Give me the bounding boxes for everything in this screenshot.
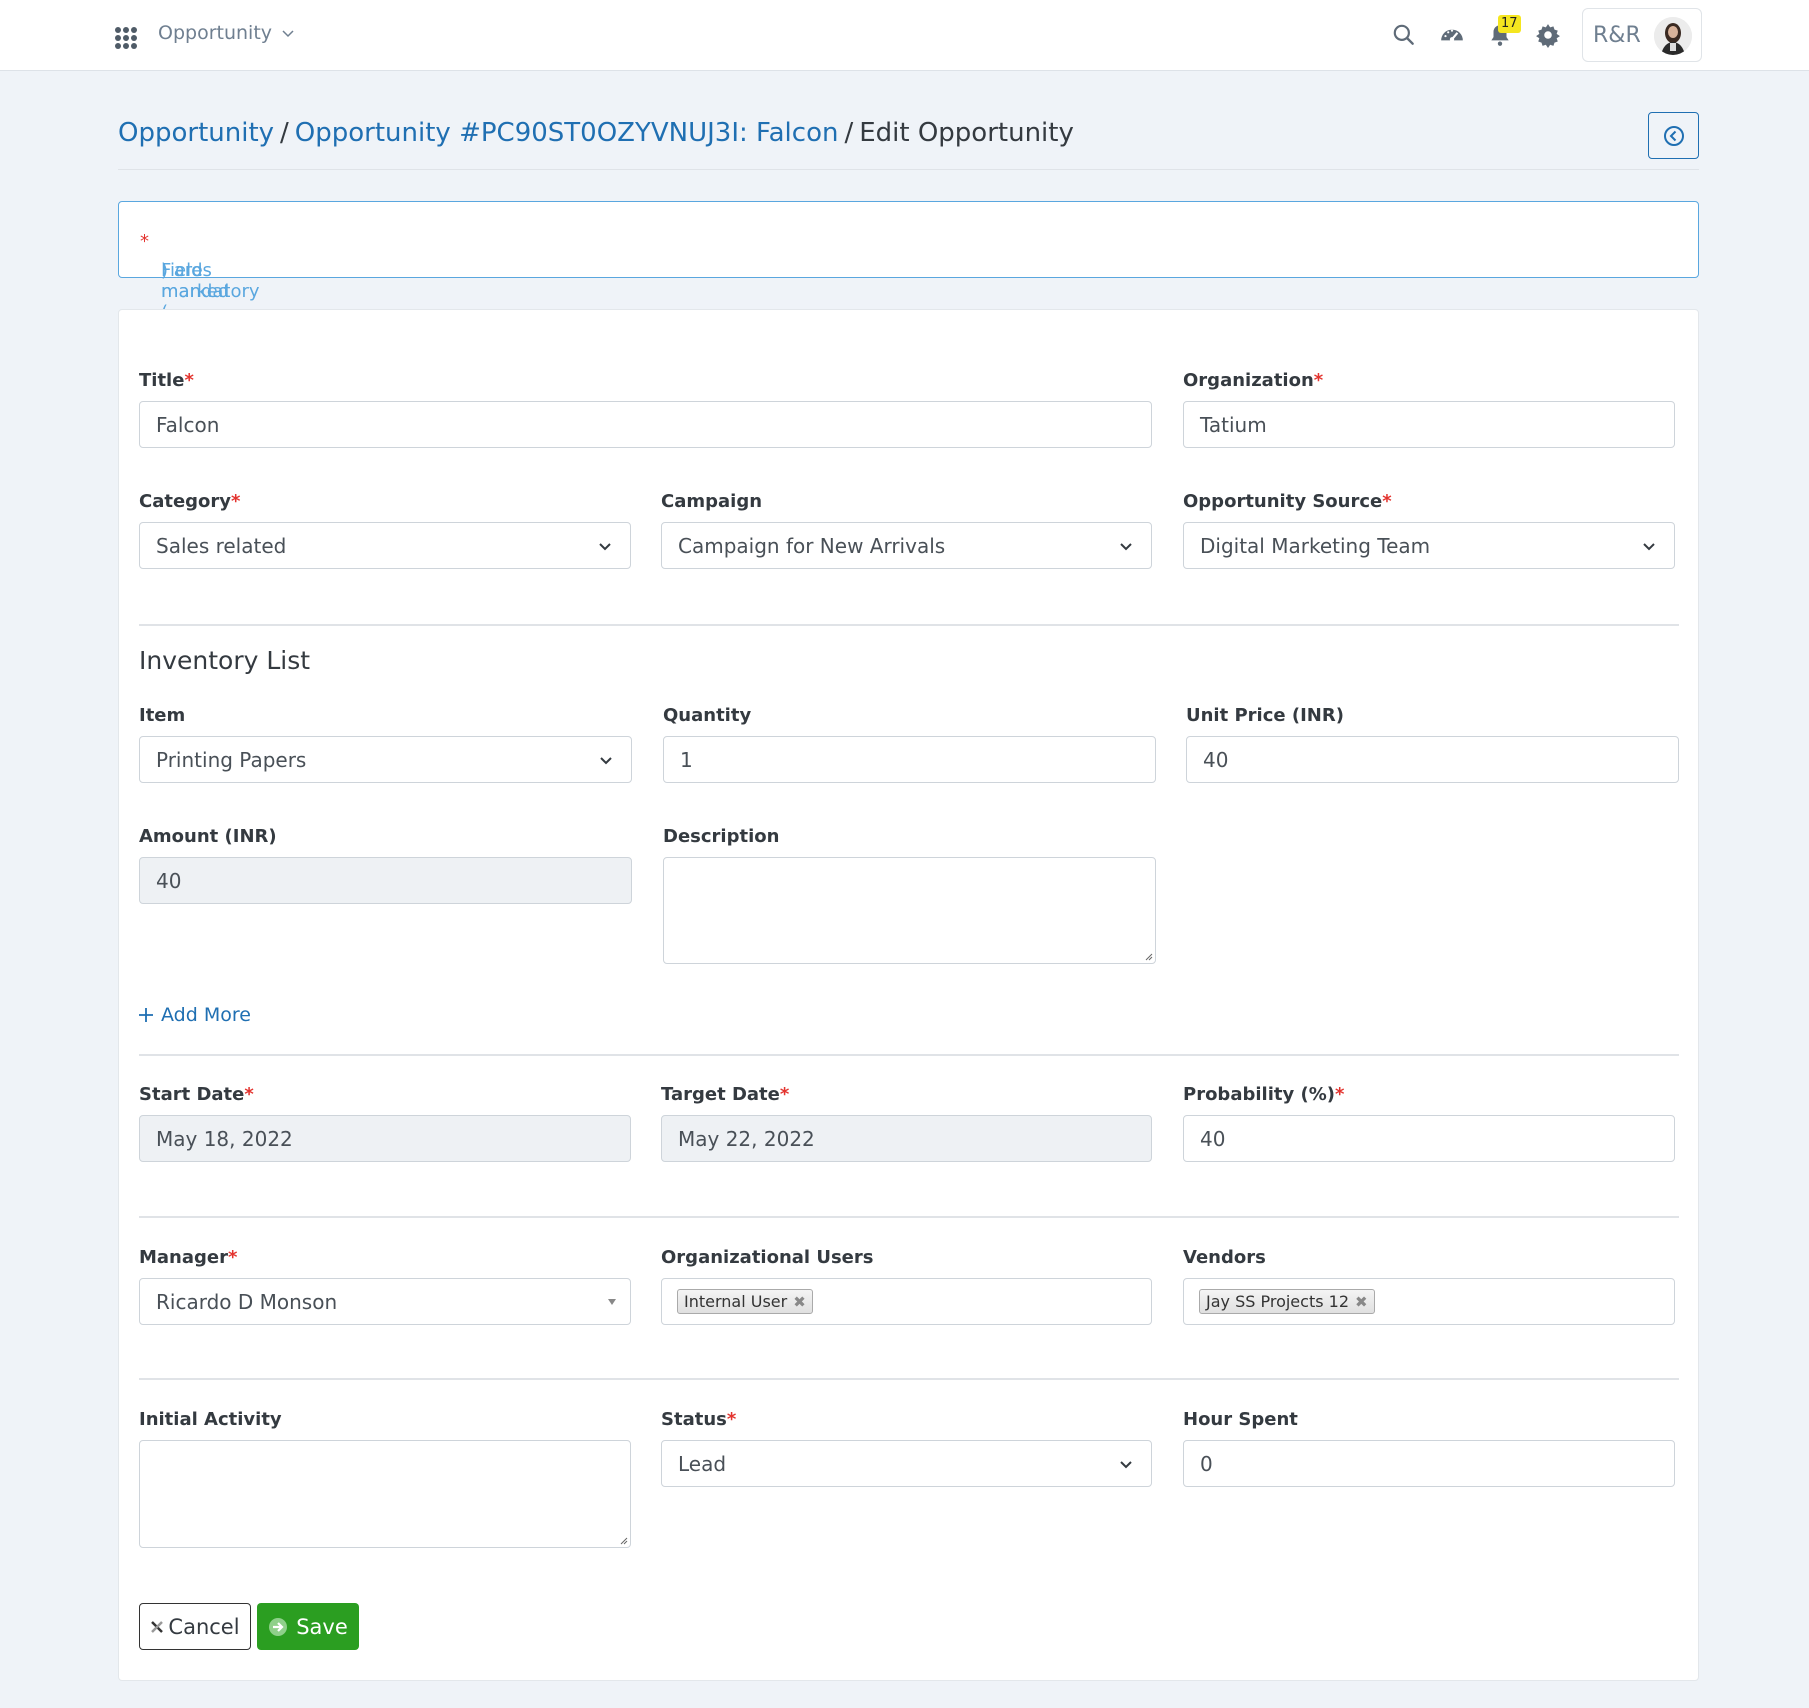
module-label: Opportunity xyxy=(158,22,273,44)
manager-label: Manager* xyxy=(139,1247,238,1268)
gear-icon[interactable] xyxy=(1535,22,1561,48)
opportunity-form: Title* Falcon Organization* Tatium Categ… xyxy=(118,309,1699,1681)
status-label: Status* xyxy=(661,1409,737,1430)
title-input[interactable]: Falcon xyxy=(139,401,1152,448)
resize-grip-icon[interactable] xyxy=(619,1536,628,1545)
probability-label: Probability (%)* xyxy=(1183,1084,1345,1105)
chevron-down-icon xyxy=(1643,543,1655,551)
vendors-multiselect[interactable]: Jay SS Projects 12 ✖ xyxy=(1183,1278,1675,1325)
arrow-circle-right-icon xyxy=(269,1617,288,1636)
circle-chevron-left-icon xyxy=(1663,125,1684,146)
target-date-label: Target Date* xyxy=(661,1084,790,1105)
title-label: Title* xyxy=(139,370,194,391)
chevron-down-icon xyxy=(1120,1461,1132,1469)
unit-price-input[interactable]: 40 xyxy=(1186,736,1679,783)
chevron-down-icon xyxy=(1120,543,1132,551)
search-icon[interactable] xyxy=(1391,22,1417,48)
category-select[interactable]: Sales related xyxy=(139,522,631,569)
chevron-down-icon xyxy=(600,757,612,765)
campaign-select[interactable]: Campaign for New Arrivals xyxy=(661,522,1152,569)
mandatory-info-alert: Fields marked (*) are mandatory xyxy=(118,201,1699,323)
breadcrumb-opportunity-detail[interactable]: Opportunity #PC90ST0OZYVNUJ3I: Falcon xyxy=(295,118,839,148)
inventory-list-heading: Inventory List xyxy=(139,646,311,675)
breadcrumb: Opportunity / Opportunity #PC90ST0OZYVNUJ3… xyxy=(118,118,1074,148)
vendors-label: Vendors xyxy=(1183,1247,1266,1268)
divider xyxy=(139,1054,1679,1056)
organization-label: Organization* xyxy=(1183,370,1324,391)
avatar xyxy=(1654,17,1692,55)
add-more-link[interactable]: Add More xyxy=(139,1004,251,1026)
category-label: Category* xyxy=(139,491,241,512)
description-label: Description xyxy=(663,826,780,847)
chevron-down-icon xyxy=(282,30,294,38)
divider xyxy=(118,169,1699,170)
dashboard-gauge-icon[interactable] xyxy=(1439,22,1465,48)
quantity-label: Quantity xyxy=(663,705,752,726)
initial-activity-textarea[interactable] xyxy=(139,1440,631,1548)
top-navbar: Opportunity 17 R&R xyxy=(0,0,1809,71)
item-select[interactable]: Printing Papers xyxy=(139,736,632,783)
selected-tag: Internal User ✖ xyxy=(677,1289,813,1314)
notification-badge: 17 xyxy=(1498,15,1521,33)
item-label: Item xyxy=(139,705,186,726)
remove-tag-icon[interactable]: ✖ xyxy=(793,1293,806,1311)
user-initials: R&R xyxy=(1593,22,1641,48)
remove-tag-icon[interactable]: ✖ xyxy=(1355,1293,1368,1311)
start-date-label: Start Date* xyxy=(139,1084,254,1105)
apps-grid-icon[interactable] xyxy=(115,27,137,49)
organizational-users-label: Organizational Users xyxy=(661,1247,874,1268)
quantity-input[interactable]: 1 xyxy=(663,736,1156,783)
opportunity-source-select[interactable]: Digital Marketing Team xyxy=(1183,522,1675,569)
organizational-users-multiselect[interactable]: Internal User ✖ xyxy=(661,1278,1152,1325)
amount-label: Amount (INR) xyxy=(139,826,277,847)
resize-grip-icon[interactable] xyxy=(1144,952,1153,961)
chevron-down-icon xyxy=(599,543,611,551)
hour-spent-input[interactable]: 0 xyxy=(1183,1440,1675,1487)
opportunity-source-label: Opportunity Source* xyxy=(1183,491,1392,512)
initial-activity-label: Initial Activity xyxy=(139,1409,282,1430)
divider xyxy=(139,624,1679,626)
plus-icon xyxy=(139,1008,153,1022)
probability-input[interactable]: 40 xyxy=(1183,1115,1675,1162)
hour-spent-label: Hour Spent xyxy=(1183,1409,1298,1430)
close-icon xyxy=(151,1620,164,1633)
divider xyxy=(139,1378,1679,1380)
amount-input: 40 xyxy=(139,857,632,904)
campaign-label: Campaign xyxy=(661,491,763,512)
breadcrumb-opportunity[interactable]: Opportunity xyxy=(118,118,274,148)
cancel-button[interactable]: Cancel xyxy=(139,1603,251,1650)
status-select[interactable]: Lead xyxy=(661,1440,1152,1487)
description-textarea[interactable] xyxy=(663,857,1156,964)
manager-select[interactable]: Ricardo D Monson xyxy=(139,1278,631,1325)
user-menu[interactable]: R&R xyxy=(1582,8,1702,62)
organization-input[interactable]: Tatium xyxy=(1183,401,1675,448)
selected-tag: Jay SS Projects 12 ✖ xyxy=(1199,1289,1375,1314)
unit-price-label: Unit Price (INR) xyxy=(1186,705,1344,726)
divider xyxy=(139,1216,1679,1218)
target-date-input[interactable]: May 22, 2022 xyxy=(661,1115,1152,1162)
caret-down-icon xyxy=(608,1299,616,1305)
save-button[interactable]: Save xyxy=(257,1603,359,1650)
page-title: Edit Opportunity xyxy=(859,118,1074,148)
back-button[interactable] xyxy=(1648,112,1699,159)
module-switcher[interactable]: Opportunity xyxy=(158,22,296,44)
start-date-input[interactable]: May 18, 2022 xyxy=(139,1115,631,1162)
